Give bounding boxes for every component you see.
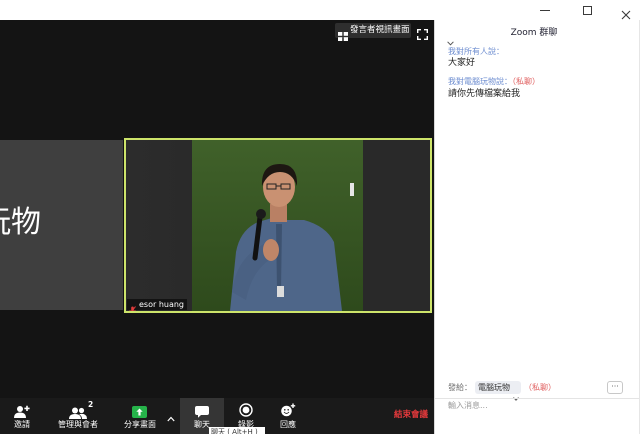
participant-tile-name: 玩物 [0,205,41,240]
title-bar [0,0,640,20]
message-text: 請你先傳檔案給我 [448,89,521,99]
recipient-dropdown[interactable]: 電腦玩物 [475,381,521,401]
private-tag: （私聊） [524,383,556,392]
chat-shortcut-tooltip: 聊天 ( Alt+H ) [209,427,265,434]
manage-participants-label: 管理與會者 [58,420,98,429]
active-speaker-tile[interactable]: esor huang [124,138,432,313]
message-sender-label: 我對電腦玩物說： [448,77,512,86]
divider [435,398,639,399]
send-to-label: 發給： [448,383,472,392]
invite-button[interactable]: 邀請 [2,398,42,434]
end-meeting-button[interactable]: 結束會議 [390,410,432,421]
minimize-icon[interactable] [540,10,550,11]
maximize-icon[interactable] [583,6,592,15]
recipient-value: 電腦玩物 [478,382,510,392]
participants-icon [69,404,87,419]
record-icon [239,402,253,417]
message-input[interactable] [448,400,628,412]
speaker-view-label: 發言者視訊畫面 [350,25,410,35]
mic-muted-icon [129,300,136,311]
fullscreen-icon[interactable] [417,25,428,40]
message-sender: 我對電腦玩物說：（私聊） [448,77,540,87]
reactions-button[interactable]: 回應 [268,398,308,434]
private-tag: （私聊） [512,77,540,86]
close-icon[interactable] [621,5,631,20]
participant-video [126,140,430,311]
message-sender: 我對所有人說： [448,47,504,57]
chat-icon [195,403,209,418]
chevron-down-icon [513,386,519,401]
background-slide-mark [350,183,354,196]
participant-name: esor huang [139,300,185,309]
zoom-meeting-window: 發言者視訊畫面 玩物 [0,0,640,434]
more-options-button[interactable]: ··· [607,381,623,394]
video-area: 發言者視訊畫面 玩物 [0,20,434,398]
meeting-toolbar: 邀請 2 管理與會者 分享畫面 聊天 錄影 回應 結束會議 聊天 (Alt+H… [0,398,434,434]
share-screen-icon [132,403,147,418]
share-screen-button[interactable]: 分享畫面 [116,398,164,434]
reactions-label: 回應 [280,420,296,429]
reactions-icon [280,402,296,417]
grid-icon [338,26,348,41]
participant-name-tag: esor huang [127,299,188,311]
add-person-icon [14,403,30,418]
share-screen-label: 分享畫面 [124,420,156,429]
manage-participants-button[interactable]: 2 管理與會者 [52,398,104,434]
participant-tile-camera-off[interactable]: 玩物 [0,140,123,310]
message-text: 大家好 [448,58,476,68]
speaker-view-button[interactable]: 發言者視訊畫面 [335,23,411,41]
participant-count-badge: 2 [88,400,94,409]
message-sender-label: 我對所有人說： [448,47,504,56]
chevron-up-icon[interactable] [167,407,175,422]
chat-panel: Zoom 群聊 我對所有人說： 大家好 我對電腦玩物說：（私聊） 請你先傳檔案給… [434,20,640,434]
chat-title: Zoom 群聊 [510,28,558,38]
invite-label: 邀請 [14,420,30,429]
